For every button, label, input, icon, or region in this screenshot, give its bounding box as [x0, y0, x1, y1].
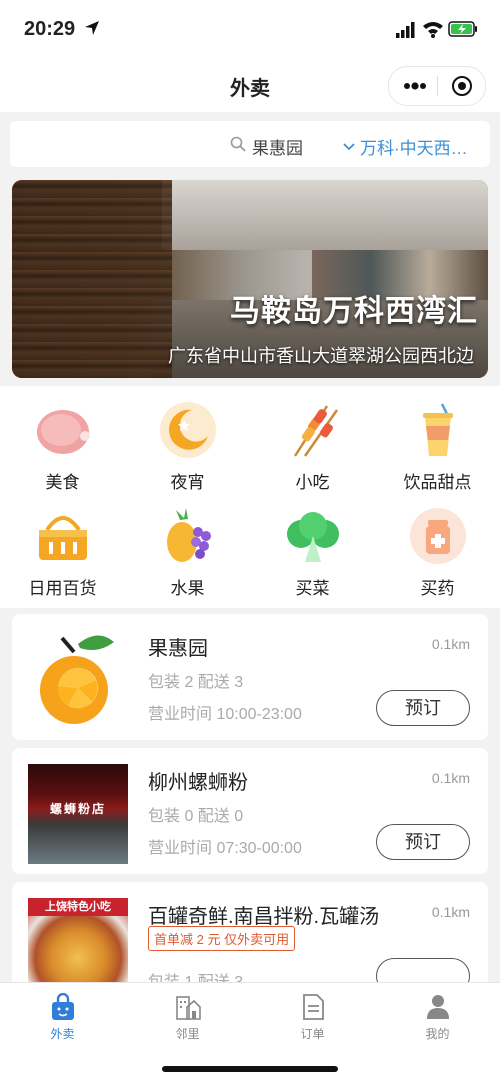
- ham-icon: [36, 410, 90, 454]
- basket-icon: [38, 516, 87, 560]
- store-distance: 0.1km: [431, 636, 470, 652]
- banner-address: 广东省中山市香山大道翠湖公园西北边: [168, 346, 474, 366]
- location-selector[interactable]: 万科·中天西…: [342, 134, 468, 159]
- store-distance: 0.1km: [431, 904, 470, 920]
- tab-label: 邻里: [175, 1027, 200, 1041]
- category-label: 买菜: [295, 579, 330, 598]
- reserve-button[interactable]: 预订: [376, 824, 470, 860]
- tab-takeout[interactable]: 外卖: [0, 993, 125, 1042]
- store-hours: 营业时间 10:00-23:00: [148, 706, 302, 723]
- category-label: 小吃: [295, 473, 330, 492]
- store-fees: 包装 0 配送 0: [148, 808, 244, 825]
- record-circle-icon[interactable]: [451, 75, 473, 97]
- drink-cup-icon: [422, 403, 453, 456]
- store-card[interactable]: 果惠园 0.1km 包装 2 配送 3 营业时间 10:00-23:00 预订: [12, 614, 488, 740]
- battery-charging-icon: [448, 21, 477, 37]
- wifi-icon: [423, 22, 443, 38]
- mini-program-capsule: [388, 66, 486, 106]
- store-thumbnail-sign: 上饶特色小吃: [28, 898, 128, 916]
- tab-label: 外卖: [50, 1027, 75, 1041]
- banner-title: 马鞍岛万科西湾汇: [230, 295, 478, 328]
- banner-photo-wall: [12, 180, 172, 378]
- category-label: 饮品甜点: [403, 473, 472, 492]
- category-late-night[interactable]: 夜宵: [125, 400, 250, 493]
- category-grid: 美食 夜宵 小吃 饮品甜点 日用百货 水果 买菜 买药: [0, 386, 500, 608]
- promo-banner[interactable]: 马鞍岛万科西湾汇 广东省中山市香山大道翠湖公园西北边: [12, 180, 488, 378]
- location-name: 万科·中天西…: [360, 139, 468, 158]
- shopping-bag-icon: [51, 993, 74, 1020]
- category-medicine[interactable]: 买药: [375, 506, 500, 599]
- status-time: 20:29: [24, 18, 76, 40]
- moon-icon: [159, 402, 216, 458]
- category-grocery[interactable]: 买菜: [250, 506, 375, 599]
- store-fees: 包装 2 配送 3: [148, 674, 244, 691]
- signal-icon: [396, 22, 415, 38]
- promo-badge: 首单减 2 元 仅外卖可用: [148, 926, 296, 951]
- order-doc-icon: [302, 994, 324, 1020]
- category-food[interactable]: 美食: [0, 400, 125, 493]
- store-name: 百罐奇鲜.南昌拌粉.瓦罐汤: [148, 906, 380, 928]
- tab-orders[interactable]: 订单: [250, 993, 375, 1042]
- nav-bar: 外卖: [0, 58, 500, 112]
- category-fruit[interactable]: 水果: [125, 506, 250, 599]
- category-label: 美食: [45, 473, 80, 492]
- location-arrow-icon: [85, 21, 99, 35]
- more-dots-icon[interactable]: [403, 79, 427, 93]
- store-hours: 营业时间 07:30-00:00: [148, 840, 302, 857]
- store-thumbnail: 螺蛳粉店: [28, 764, 128, 864]
- category-drinks-desserts[interactable]: 饮品甜点: [375, 400, 500, 493]
- home-indicator: [162, 1066, 338, 1072]
- store-thumbnail-sign: 螺蛳粉店: [49, 802, 106, 816]
- category-daily-goods[interactable]: 日用百货: [0, 506, 125, 599]
- search-query[interactable]: 果惠园: [252, 134, 303, 159]
- store-card[interactable]: 螺蛳粉店 柳州螺蛳粉 0.1km 包装 0 配送 0 营业时间 07:30-00…: [12, 748, 488, 874]
- orange-logo-icon: [40, 635, 114, 724]
- status-bar: 20:29: [0, 0, 500, 58]
- category-label: 夜宵: [170, 473, 205, 492]
- chevron-down-icon: [343, 142, 355, 150]
- neighborhood-icon: [175, 996, 201, 1020]
- tab-label: 订单: [300, 1027, 325, 1041]
- capsule-divider: [437, 76, 438, 96]
- category-snacks[interactable]: 小吃: [250, 400, 375, 493]
- category-label: 日用百货: [28, 579, 97, 598]
- store-name: 果惠园: [148, 638, 208, 660]
- tab-label: 我的: [425, 1027, 450, 1041]
- vegetable-icon: [286, 512, 339, 562]
- store-name: 柳州螺蛳粉: [148, 772, 248, 794]
- category-label: 买药: [420, 579, 455, 598]
- tab-profile[interactable]: 我的: [375, 993, 500, 1042]
- category-label: 水果: [170, 579, 205, 598]
- search-icon: [230, 136, 246, 152]
- profile-icon: [426, 995, 449, 1019]
- skewer-icon: [293, 405, 338, 457]
- search-bar[interactable]: 果惠园 万科·中天西…: [10, 121, 490, 167]
- reserve-button[interactable]: 预订: [376, 690, 470, 726]
- store-distance: 0.1km: [431, 770, 470, 786]
- tab-neighborhood[interactable]: 邻里: [125, 993, 250, 1042]
- fruit-icon: [166, 508, 211, 562]
- medicine-icon: [409, 508, 466, 564]
- banner-photo-ceiling: [162, 180, 488, 250]
